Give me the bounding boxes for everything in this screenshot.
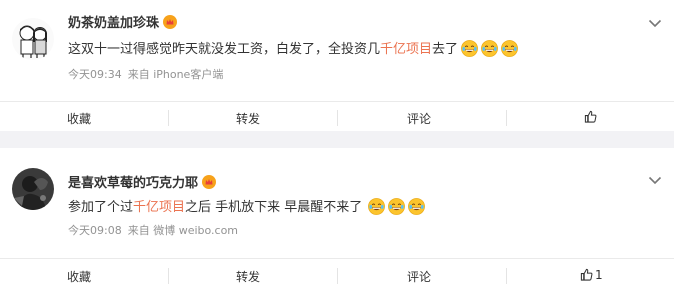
laughing-tears-emoji-icon [461,40,478,57]
avatar[interactable] [12,18,54,60]
thumbs-up-icon [580,268,593,281]
divider [0,258,674,259]
repost-label: 转发 [236,112,261,126]
laughing-tears-emoji-icon [368,198,385,215]
favorite-label: 收藏 [67,270,92,284]
post-meta: 今天09:34 来自 iPhone客户端 [68,66,229,82]
comment-button[interactable]: 评论 [407,268,431,285]
comment-text: 参加了个过千亿项目之后 手机放下来 早晨醒不来了 [68,196,425,215]
comment-text-part: 之后 手机放下来 早晨醒不来了 [185,200,363,215]
post-source[interactable]: 来自 iPhone客户端 [128,68,224,81]
section-gap [0,131,674,148]
comment-label: 评论 [407,270,432,284]
like-button[interactable] [584,110,597,124]
like-count: 1 [595,268,603,282]
vip-crown-icon [202,175,216,189]
comment-text-part: 这双十一过得感觉昨天就没发工资，白发了，全投资几 [68,42,381,57]
separator [506,110,507,126]
laughing-tears-emoji-icon [481,40,498,57]
comment-text: 这双十一过得感觉昨天就没发工资，白发了，全投资几千亿项目去了 [68,38,518,57]
post-meta: 今天09:08 来自 微博 weibo.com [68,222,244,238]
comment-text-part: 参加了个过 [68,200,134,215]
dark-photo-avatar-icon [12,168,54,210]
comment-text-part: 去了 [432,42,459,57]
highlight-link[interactable]: 千亿项目 [380,42,432,57]
username[interactable]: 是喜欢草莓的巧克力耶 [68,172,216,191]
separator [337,110,338,126]
vip-crown-icon [163,15,177,29]
username-text[interactable]: 是喜欢草莓的巧克力耶 [68,176,198,191]
separator [168,110,169,126]
username[interactable]: 奶茶奶盖加珍珠 [68,12,177,31]
highlight-link[interactable]: 千亿项目 [133,200,185,215]
separator [168,268,169,284]
comment-label: 评论 [407,112,432,126]
chevron-down-icon[interactable] [648,175,662,185]
repost-button[interactable]: 转发 [236,268,260,285]
laughing-tears-emoji-icon [388,198,405,215]
separator [506,268,507,284]
repost-label: 转发 [236,270,261,284]
favorite-label: 收藏 [67,112,92,126]
username-text[interactable]: 奶茶奶盖加珍珠 [68,16,159,31]
favorite-button[interactable]: 收藏 [67,268,91,285]
separator [337,268,338,284]
post-source[interactable]: 来自 微博 weibo.com [128,224,238,237]
divider [0,101,674,102]
thumbs-up-icon [584,110,597,123]
laughing-tears-emoji-icon [408,198,425,215]
repost-button[interactable]: 转发 [236,110,260,127]
avatar[interactable] [12,168,54,210]
like-button[interactable]: 1 [580,268,603,282]
favorite-button[interactable]: 收藏 [67,110,91,127]
post-time[interactable]: 今天09:34 [68,68,122,81]
chevron-down-icon[interactable] [648,18,662,28]
laughing-tears-emoji-icon [501,40,518,57]
post-time[interactable]: 今天09:08 [68,224,122,237]
comment-button[interactable]: 评论 [407,110,431,127]
cartoon-couple-avatar-icon [12,18,54,60]
